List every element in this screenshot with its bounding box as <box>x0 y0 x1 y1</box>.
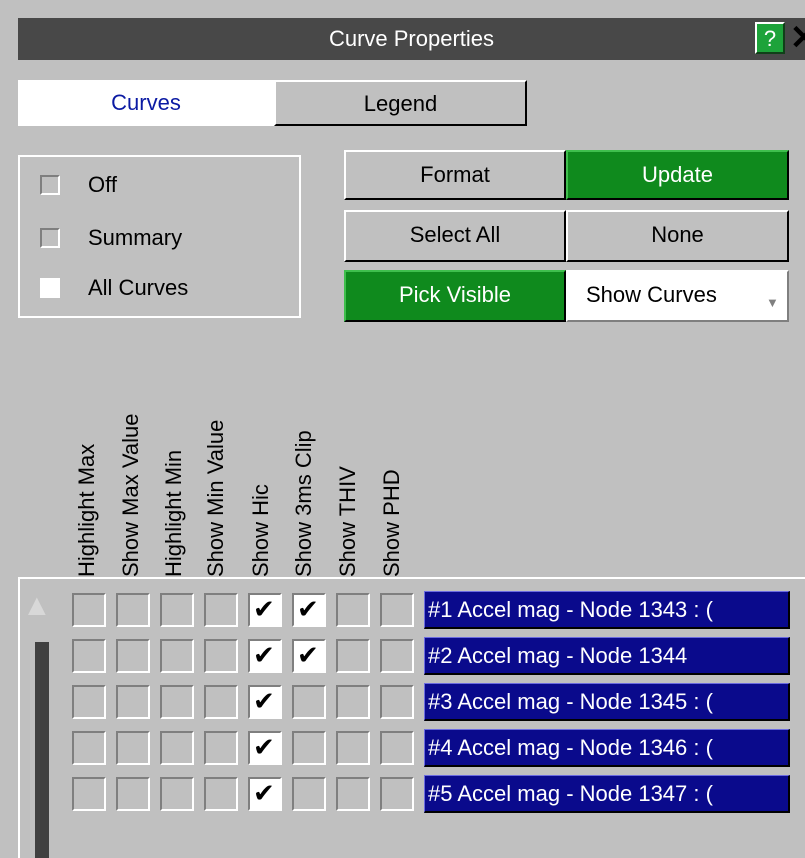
row-checkbox[interactable] <box>336 639 370 673</box>
format-button[interactable]: Format <box>344 150 566 200</box>
column-header-show-phd: Show PHD <box>379 469 404 577</box>
row-checkbox[interactable] <box>116 685 150 719</box>
window-title: Curve Properties <box>328 26 495 51</box>
column-header-highlight-min: Highlight Min <box>161 449 186 577</box>
row-checkbox[interactable] <box>292 777 326 811</box>
tab-legend[interactable]: Legend <box>274 80 527 126</box>
column-header-highlight-max: Highlight Max <box>74 443 99 577</box>
row-checkbox[interactable] <box>160 777 194 811</box>
option-off[interactable]: Off <box>40 170 280 200</box>
row-checkbox[interactable] <box>248 639 282 673</box>
row-checkbox[interactable] <box>116 731 150 765</box>
curve-label[interactable]: #2 Accel mag - Node 1344 <box>424 637 790 675</box>
none-button[interactable]: None <box>566 210 789 262</box>
row-checkbox[interactable] <box>160 639 194 673</box>
row-checkbox[interactable] <box>292 685 326 719</box>
title-bar: Curve Properties ? ✕ <box>18 18 805 60</box>
row-checkbox[interactable] <box>116 777 150 811</box>
row-checkbox[interactable] <box>248 777 282 811</box>
row-checkbox[interactable] <box>204 685 238 719</box>
help-button[interactable]: ? <box>755 22 785 54</box>
column-header-show-hic: Show Hic <box>248 484 273 577</box>
column-header-show-min-value: Show Min Value <box>203 419 228 577</box>
row-checkbox[interactable] <box>72 685 106 719</box>
row-checkbox[interactable] <box>336 777 370 811</box>
curve-label[interactable]: #3 Accel mag - Node 1345 : ( <box>424 683 790 721</box>
row-checkbox[interactable] <box>204 731 238 765</box>
row-checkbox[interactable] <box>380 777 414 811</box>
show-curves-dropdown[interactable]: Show Curves ▼ <box>566 270 789 322</box>
row-checkbox[interactable] <box>72 639 106 673</box>
row-checkbox[interactable] <box>160 685 194 719</box>
chevron-down-icon: ▼ <box>766 295 779 310</box>
option-summary-indicator[interactable] <box>40 228 60 248</box>
row-checkbox[interactable] <box>204 593 238 627</box>
row-checkbox[interactable] <box>248 731 282 765</box>
row-checkbox[interactable] <box>292 639 326 673</box>
row-checkbox[interactable] <box>380 593 414 627</box>
curve-label[interactable]: #4 Accel mag - Node 1346 : ( <box>424 729 790 767</box>
column-header-show-max-value: Show Max Value <box>118 413 143 577</box>
row-checkbox[interactable] <box>160 593 194 627</box>
tab-curves[interactable]: Curves <box>18 80 274 126</box>
row-checkbox[interactable] <box>72 777 106 811</box>
row-checkbox[interactable] <box>292 731 326 765</box>
row-checkbox[interactable] <box>336 685 370 719</box>
curve-label[interactable]: #1 Accel mag - Node 1343 : ( <box>424 591 790 629</box>
option-off-label: Off <box>88 172 117 197</box>
row-checkbox[interactable] <box>116 639 150 673</box>
row-checkbox[interactable] <box>204 777 238 811</box>
row-checkbox[interactable] <box>336 593 370 627</box>
row-checkbox[interactable] <box>72 731 106 765</box>
row-checkbox[interactable] <box>380 639 414 673</box>
show-curves-label: Show Curves <box>586 282 717 307</box>
row-checkbox[interactable] <box>292 593 326 627</box>
update-button[interactable]: Update <box>566 150 789 200</box>
row-checkbox[interactable] <box>380 685 414 719</box>
scroll-up-icon[interactable]: ▲ <box>22 590 52 622</box>
row-checkbox[interactable] <box>248 593 282 627</box>
row-checkbox[interactable] <box>380 731 414 765</box>
row-checkbox[interactable] <box>116 593 150 627</box>
row-checkbox[interactable] <box>72 593 106 627</box>
option-all-curves-indicator[interactable] <box>40 278 60 298</box>
close-icon[interactable]: ✕ <box>785 18 805 60</box>
curve-label[interactable]: #5 Accel mag - Node 1347 : ( <box>424 775 790 813</box>
row-checkbox[interactable] <box>160 731 194 765</box>
column-header-show-thiv: Show THIV <box>335 466 360 577</box>
row-checkbox[interactable] <box>204 639 238 673</box>
scrollbar-thumb[interactable] <box>35 642 49 858</box>
row-checkbox[interactable] <box>336 731 370 765</box>
column-header-show-3ms-clip: Show 3ms Clip <box>291 430 316 577</box>
row-checkbox[interactable] <box>248 685 282 719</box>
option-off-indicator[interactable] <box>40 175 60 195</box>
